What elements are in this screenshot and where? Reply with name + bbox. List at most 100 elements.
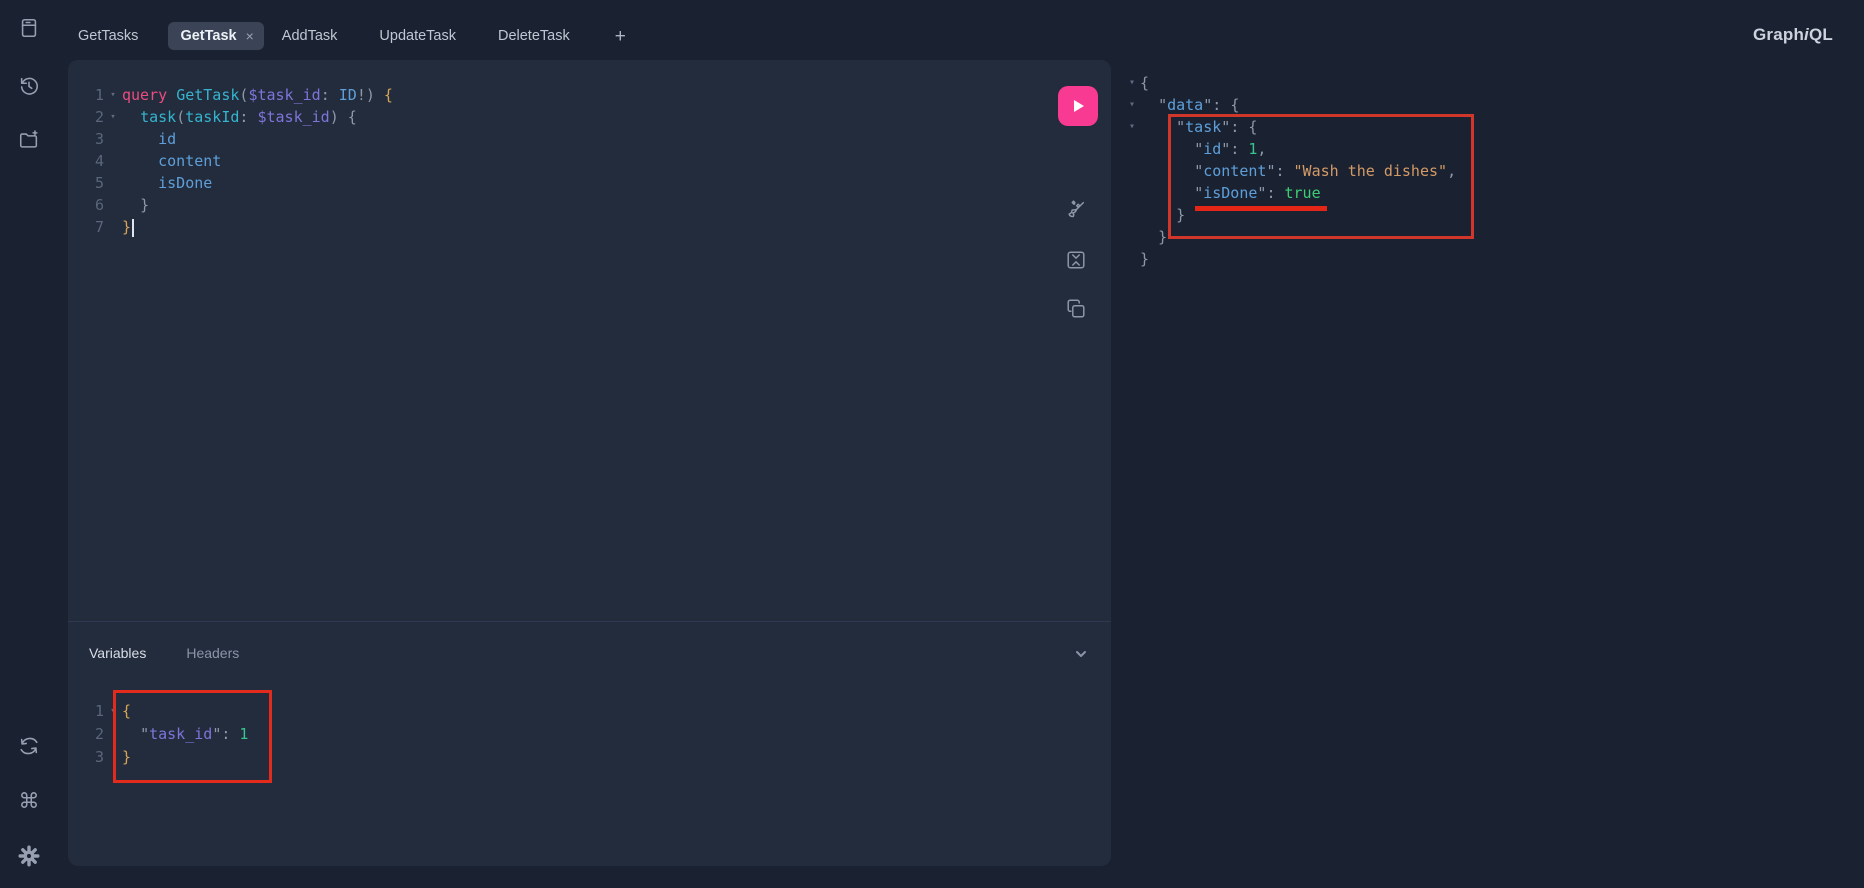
code-text: "task": { <box>1140 116 1257 138</box>
execute-button[interactable] <box>1058 86 1098 126</box>
fold-spacer <box>1124 160 1140 182</box>
code-line: 6 } <box>76 194 393 216</box>
code-text: content <box>122 150 221 172</box>
code-line: "isDone": true <box>1124 182 1456 204</box>
history-icon[interactable] <box>17 74 41 98</box>
fold-arrow-icon[interactable]: ▾ <box>1124 116 1140 138</box>
add-tab-button[interactable]: + <box>615 27 626 46</box>
query-editor[interactable]: 1▾query GetTask($task_id: ID!) {2▾ task(… <box>76 84 393 238</box>
code-text: "isDone": true <box>1140 182 1321 204</box>
fold-spacer <box>1124 204 1140 226</box>
code-text: } <box>1140 204 1185 226</box>
code-line: } <box>1124 248 1456 270</box>
code-line: 3 id <box>76 128 393 150</box>
fold-spacer <box>1124 182 1140 204</box>
code-line: 2 "task_id": 1 <box>76 723 248 746</box>
fold-arrow-icon[interactable]: ▾ <box>104 84 122 106</box>
fold-arrow-icon[interactable]: ▾ <box>1124 72 1140 94</box>
response-viewer[interactable]: ▾{▾ "data": {▾ "task": { "id": 1, "conte… <box>1124 72 1456 270</box>
code-line: 1▾query GetTask($task_id: ID!) { <box>76 84 393 106</box>
chevron-down-icon[interactable] <box>1073 646 1089 667</box>
tab-deletetask[interactable]: DeleteTask <box>498 28 570 44</box>
refetch-schema-icon[interactable] <box>17 734 41 758</box>
editor-panel: 1▾query GetTask($task_id: ID!) {2▾ task(… <box>68 60 1111 866</box>
tab-headers[interactable]: Headers <box>186 645 239 661</box>
fold-spacer <box>1124 138 1140 160</box>
tab-addtask[interactable]: AddTask <box>282 28 338 44</box>
tab-label: GetTask <box>180 28 236 44</box>
code-text: isDone <box>122 172 212 194</box>
code-text: } <box>1140 248 1149 270</box>
code-line: 4 content <box>76 150 393 172</box>
code-text: } <box>122 216 134 238</box>
code-line: ▾ "data": { <box>1124 94 1456 116</box>
merge-fragments-icon[interactable] <box>1064 248 1088 272</box>
line-number: 1 <box>76 700 104 723</box>
fold-spacer <box>104 216 122 238</box>
open-collection-icon[interactable] <box>17 128 41 152</box>
line-number: 5 <box>76 172 104 194</box>
fold-spacer <box>104 746 122 769</box>
prettify-icon[interactable] <box>1064 198 1088 222</box>
code-text: } <box>122 194 149 216</box>
fold-spacer <box>104 723 122 746</box>
line-number: 2 <box>76 723 104 746</box>
code-line: "id": 1, <box>1124 138 1456 160</box>
editor-tools-bar: Variables Headers <box>68 621 1111 671</box>
code-text: task(taskId: $task_id) { <box>122 106 357 128</box>
code-line: } <box>1124 226 1456 248</box>
code-line: ▾{ <box>1124 72 1456 94</box>
line-number: 3 <box>76 128 104 150</box>
code-text: } <box>1140 226 1167 248</box>
line-number: 1 <box>76 84 104 106</box>
variables-editor[interactable]: 1▾{2 "task_id": 13} <box>76 700 248 769</box>
fold-spacer <box>1124 248 1140 270</box>
code-text: { <box>1140 72 1149 94</box>
settings-icon[interactable] <box>17 844 41 868</box>
response-panel: ▾{▾ "data": {▾ "task": { "id": 1, "conte… <box>1118 60 1864 866</box>
text-cursor <box>132 219 134 237</box>
tab-gettasks[interactable]: GetTasks <box>78 28 138 44</box>
play-icon <box>1070 98 1086 114</box>
fold-arrow-icon[interactable]: ▾ <box>104 700 122 723</box>
copy-query-icon[interactable] <box>1064 297 1088 321</box>
fold-spacer <box>104 194 122 216</box>
code-text: "id": 1, <box>1140 138 1266 160</box>
line-number: 7 <box>76 216 104 238</box>
graphiql-logo: GraphiQL <box>1753 25 1833 45</box>
tab-gettask-active[interactable]: GetTask × <box>168 22 263 50</box>
session-tabs: GetTasks GetTask × AddTask UpdateTask De… <box>78 22 626 50</box>
fold-spacer <box>104 172 122 194</box>
tab-variables[interactable]: Variables <box>89 645 146 661</box>
code-text: { <box>122 700 131 723</box>
shortcut-keys-icon[interactable]: ⌘ <box>17 789 41 813</box>
code-line: 1▾{ <box>76 700 248 723</box>
code-text: id <box>122 128 176 150</box>
command-glyph: ⌘ <box>19 791 40 812</box>
line-number: 2 <box>76 106 104 128</box>
fold-spacer <box>104 128 122 150</box>
code-line: "content": "Wash the dishes", <box>1124 160 1456 182</box>
code-line: 7} <box>76 216 393 238</box>
fold-spacer <box>104 150 122 172</box>
tab-updatetask[interactable]: UpdateTask <box>379 28 456 44</box>
code-text: "content": "Wash the dishes", <box>1140 160 1456 182</box>
fold-arrow-icon[interactable]: ▾ <box>1124 94 1140 116</box>
code-text: } <box>122 746 131 769</box>
tab-bar: GetTasks GetTask × AddTask UpdateTask De… <box>57 0 1864 60</box>
code-line: } <box>1124 204 1456 226</box>
code-text: "task_id": 1 <box>122 723 248 746</box>
code-line: 3} <box>76 746 248 769</box>
code-line: 5 isDone <box>76 172 393 194</box>
tab-close-icon[interactable]: × <box>246 29 254 43</box>
fold-arrow-icon[interactable]: ▾ <box>104 106 122 128</box>
code-line: 2▾ task(taskId: $task_id) { <box>76 106 393 128</box>
code-line: ▾ "task": { <box>1124 116 1456 138</box>
sidebar: ⌘ <box>0 0 57 888</box>
line-number: 3 <box>76 746 104 769</box>
code-text: query GetTask($task_id: ID!) { <box>122 84 393 106</box>
fold-spacer <box>1124 226 1140 248</box>
code-text: "data": { <box>1140 94 1239 116</box>
line-number: 6 <box>76 194 104 216</box>
docs-icon[interactable] <box>17 16 41 40</box>
